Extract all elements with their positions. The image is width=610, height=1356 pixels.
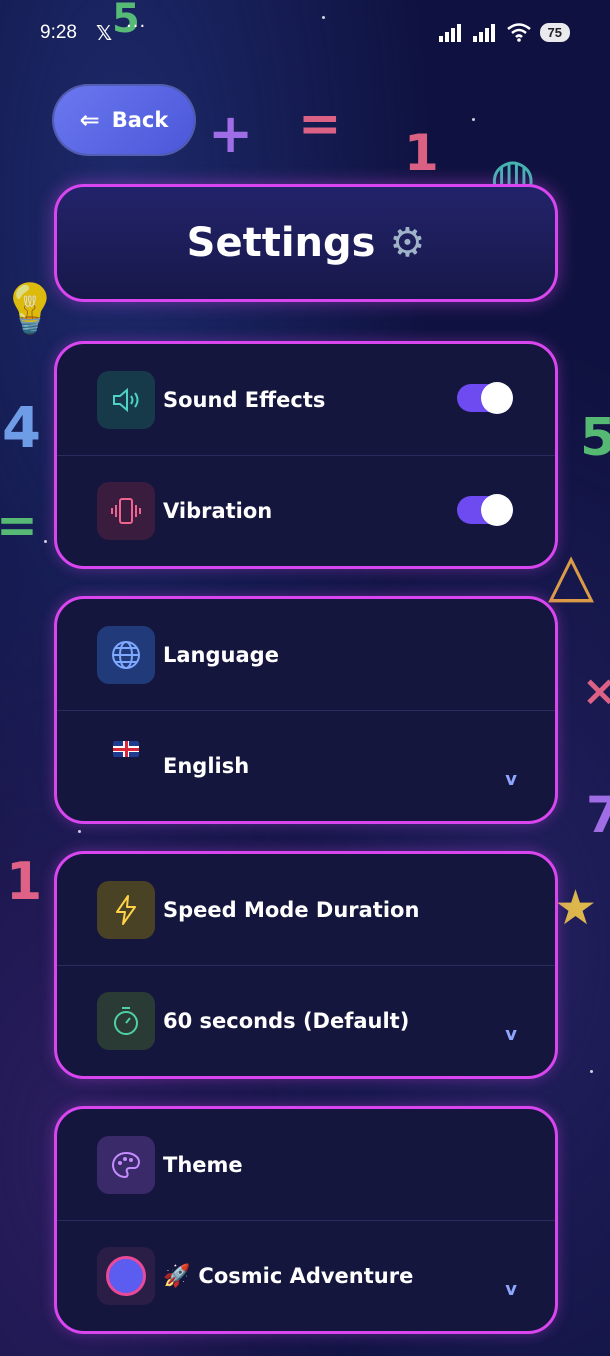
lightning-icon [97, 880, 155, 939]
speed-mode-row: Speed Mode Duration [57, 854, 555, 965]
language-label: Language [163, 642, 279, 667]
battery-indicator: 75 [539, 22, 570, 42]
stopwatch-icon [97, 992, 155, 1050]
chevron-down-icon: v [505, 1024, 517, 1045]
palette-icon [97, 1135, 155, 1194]
back-button-label: Back [111, 108, 169, 132]
decor-digit-1: 1 [404, 124, 439, 182]
status-more-dots: ··· [126, 16, 147, 37]
decor-equals-left: = [0, 496, 38, 554]
sound-effects-label: Sound Effects [163, 387, 326, 412]
sound-effects-toggle[interactable] [457, 382, 513, 414]
wifi-icon [506, 23, 531, 42]
status-bar: 9:28 𝕏 ··· 75 [0, 0, 610, 66]
language-select[interactable]: English v [57, 710, 555, 821]
language-settings-card: Language English v [54, 596, 558, 824]
sound-effects-row[interactable]: Sound Effects [57, 344, 555, 455]
signal-icon-2 [472, 24, 495, 42]
status-indicators: 75 [438, 22, 570, 42]
chevron-down-icon: v [505, 769, 517, 790]
decor-plus: + [208, 102, 254, 165]
language-row: Language [57, 599, 555, 710]
decor-digit-1-left: 1 [6, 852, 43, 912]
theme-row: Theme [57, 1109, 555, 1220]
speaker-icon [97, 370, 155, 429]
toggle-knob [481, 494, 513, 526]
theme-color-swatch [97, 1247, 155, 1305]
theme-select[interactable]: 🚀 Cosmic Adventure v [57, 1220, 555, 1331]
globe-icon [97, 625, 155, 684]
chevron-down-icon: v [505, 1279, 517, 1300]
decor-digit-4: 4 [2, 396, 41, 461]
speed-mode-settings-card: Speed Mode Duration 60 seconds (Default)… [54, 851, 558, 1079]
status-time: 9:28 [40, 22, 77, 43]
page-title: Settings [186, 220, 376, 266]
vibration-toggle[interactable] [457, 494, 513, 526]
theme-selected-value: Cosmic Adventure [198, 1264, 414, 1288]
signal-icon [438, 24, 461, 42]
page-title-card: Settings ⚙ [54, 184, 558, 302]
toggle-knob [481, 382, 513, 414]
decor-times: × [582, 666, 610, 715]
decor-equals: = [298, 94, 342, 154]
speed-mode-label: Speed Mode Duration [163, 897, 420, 922]
vibration-label: Vibration [163, 499, 273, 523]
decor-digit-5-right: 5 [580, 408, 610, 468]
x-logo-icon: 𝕏 [96, 21, 113, 45]
speed-mode-selected-value: 60 seconds (Default) [163, 1009, 410, 1033]
decor-digit-7: 7 [586, 786, 610, 844]
uk-flag-icon [97, 737, 155, 795]
vibration-row[interactable]: Vibration [57, 455, 555, 566]
speed-mode-select[interactable]: 60 seconds (Default) v [57, 965, 555, 1076]
back-button[interactable]: ⇐ Back [54, 86, 194, 154]
rocket-icon: 🚀 [163, 1263, 191, 1289]
theme-color-dot [106, 1256, 146, 1296]
star-icon: ★ [554, 880, 598, 936]
audio-settings-card: Sound Effects Vibration [54, 341, 558, 569]
theme-settings-card: Theme 🚀 Cosmic Adventure v [54, 1106, 558, 1334]
gear-icon: ⚙ [389, 220, 426, 266]
vibration-icon [97, 482, 155, 540]
lightbulb-icon: 💡 [0, 281, 60, 337]
language-selected-value: English [163, 754, 250, 778]
arrow-left-icon: ⇐ [79, 106, 100, 134]
theme-label: Theme [163, 1152, 243, 1177]
